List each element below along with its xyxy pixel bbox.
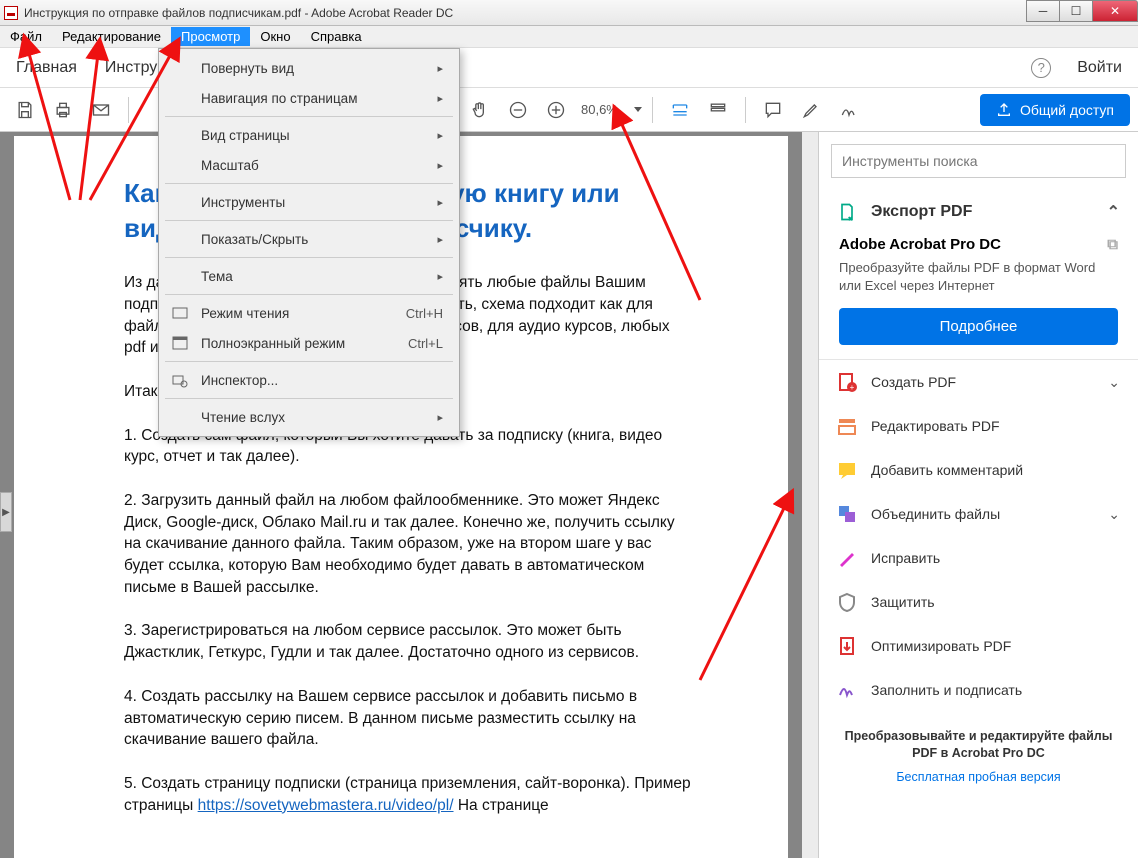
close-button[interactable]: ✕ bbox=[1092, 0, 1138, 22]
export-pdf-label: Экспорт PDF bbox=[871, 203, 972, 221]
fullscreen-icon bbox=[171, 334, 189, 352]
inspector-icon bbox=[171, 371, 189, 389]
edit-pdf-row[interactable]: Редактировать PDF bbox=[819, 404, 1138, 448]
shield-icon bbox=[837, 592, 857, 612]
edit-pdf-icon bbox=[837, 416, 857, 436]
tools-search-input[interactable] bbox=[831, 144, 1126, 178]
dd-fullscreen[interactable]: Полноэкранный режимCtrl+L bbox=[161, 328, 457, 358]
menu-help[interactable]: Справка bbox=[301, 27, 372, 46]
tab-home[interactable]: Главная bbox=[16, 59, 77, 77]
doc-para: 5. Создать страницу подписки (страница п… bbox=[124, 773, 692, 816]
dd-showhide[interactable]: Показать/Скрыть▸ bbox=[161, 224, 457, 254]
footer-promo: Преобразовывайте и редактируйте файлы PD… bbox=[839, 728, 1118, 762]
fix-row[interactable]: Исправить bbox=[819, 536, 1138, 580]
upload-icon bbox=[996, 102, 1012, 118]
tools-search[interactable] bbox=[831, 144, 1126, 178]
dd-tools[interactable]: Инструменты▸ bbox=[161, 187, 457, 217]
left-panel-toggle[interactable]: ▶ bbox=[0, 492, 12, 532]
create-pdf-row[interactable]: + Создать PDF⌄ bbox=[819, 360, 1138, 404]
help-icon[interactable]: ? bbox=[1031, 58, 1051, 78]
share-label: Общий доступ bbox=[1020, 102, 1114, 118]
chevron-down-icon: ⌄ bbox=[1108, 374, 1120, 391]
dd-pageview[interactable]: Вид страницы▸ bbox=[161, 120, 457, 150]
optimize-icon bbox=[837, 636, 857, 656]
combine-row[interactable]: Объединить файлы⌄ bbox=[819, 492, 1138, 536]
dd-readmode[interactable]: Режим чтенияCtrl+H bbox=[161, 298, 457, 328]
comment-row[interactable]: Добавить комментарий bbox=[819, 448, 1138, 492]
doc-link[interactable]: https://sovetywebmastera.ru/video/pl/ bbox=[198, 797, 454, 814]
doc-para: 3. Зарегистрироваться на любом сервисе р… bbox=[124, 620, 692, 663]
zoom-in-icon[interactable] bbox=[539, 93, 573, 127]
mail-icon[interactable] bbox=[84, 93, 118, 127]
signin-link[interactable]: Войти bbox=[1077, 59, 1122, 77]
page-display-icon[interactable] bbox=[701, 93, 735, 127]
zoom-level[interactable]: 80,6% bbox=[581, 102, 618, 117]
window-titlebar: Инструкция по отправке файлов подписчика… bbox=[0, 0, 1138, 26]
fillsign-icon bbox=[837, 680, 857, 700]
doc-para: 2. Загрузить данный файл на любом файлоо… bbox=[124, 490, 692, 598]
save-icon[interactable] bbox=[8, 93, 42, 127]
menu-file[interactable]: Файл bbox=[0, 27, 52, 46]
learn-more-button[interactable]: Подробнее bbox=[839, 308, 1118, 345]
hand-tool-icon[interactable] bbox=[463, 93, 497, 127]
dd-inspector[interactable]: Инспектор... bbox=[161, 365, 457, 395]
maximize-button[interactable]: ☐ bbox=[1059, 0, 1093, 22]
svg-text:+: + bbox=[850, 383, 855, 392]
protect-row[interactable]: Защитить bbox=[819, 580, 1138, 624]
dd-readaloud[interactable]: Чтение вслух▸ bbox=[161, 402, 457, 432]
fit-width-icon[interactable] bbox=[663, 93, 697, 127]
menubar: Файл Редактирование Просмотр Окно Справк… bbox=[0, 26, 1138, 48]
chevron-up-icon: ⌃ bbox=[1107, 202, 1120, 222]
fix-icon bbox=[837, 548, 857, 568]
copy-icon[interactable]: ⧉ bbox=[1107, 236, 1118, 253]
export-pdf-row[interactable]: Экспорт PDF ⌃ bbox=[819, 190, 1138, 234]
pro-title: Adobe Acrobat Pro DC bbox=[839, 236, 1001, 253]
print-icon[interactable] bbox=[46, 93, 80, 127]
export-pdf-icon bbox=[837, 202, 857, 222]
menu-window[interactable]: Окно bbox=[250, 27, 300, 46]
menu-edit[interactable]: Редактирование bbox=[52, 27, 171, 46]
zoom-dropdown-icon[interactable] bbox=[634, 107, 642, 112]
minimize-button[interactable]: ─ bbox=[1026, 0, 1060, 22]
dd-rotate[interactable]: Повернуть вид▸ bbox=[161, 53, 457, 83]
sign-icon[interactable] bbox=[832, 93, 866, 127]
optimize-row[interactable]: Оптимизировать PDF bbox=[819, 624, 1138, 668]
dd-zoom[interactable]: Масштаб▸ bbox=[161, 150, 457, 180]
dd-theme[interactable]: Тема▸ bbox=[161, 261, 457, 291]
doc-para: 4. Создать рассылку на Вашем сервисе рас… bbox=[124, 686, 692, 751]
combine-icon bbox=[837, 504, 857, 524]
tools-sidepanel: ▶ Экспорт PDF ⌃ Adobe Acrobat Pro DC⧉ Пр… bbox=[818, 132, 1138, 858]
pdf-file-icon bbox=[4, 6, 18, 20]
comment-icon[interactable] bbox=[756, 93, 790, 127]
menu-view[interactable]: Просмотр bbox=[171, 27, 250, 46]
view-menu-dropdown: Повернуть вид▸ Навигация по страницам▸ В… bbox=[158, 48, 460, 437]
highlight-icon[interactable] bbox=[794, 93, 828, 127]
fillsign-row[interactable]: Заполнить и подписать bbox=[819, 668, 1138, 712]
zoom-out-icon[interactable] bbox=[501, 93, 535, 127]
chevron-down-icon: ⌄ bbox=[1108, 506, 1120, 523]
scrollbar-vertical[interactable] bbox=[802, 132, 818, 858]
free-trial-link[interactable]: Бесплатная пробная версия bbox=[839, 770, 1118, 784]
dd-nav[interactable]: Навигация по страницам▸ bbox=[161, 83, 457, 113]
create-pdf-icon: + bbox=[837, 372, 857, 392]
readmode-icon bbox=[171, 304, 189, 322]
share-button[interactable]: Общий доступ bbox=[980, 94, 1130, 126]
pro-desc: Преобразуйте файлы PDF в формат Word или… bbox=[839, 259, 1118, 294]
comment-bubble-icon bbox=[837, 460, 857, 480]
window-title: Инструкция по отправке файлов подписчика… bbox=[24, 6, 453, 20]
